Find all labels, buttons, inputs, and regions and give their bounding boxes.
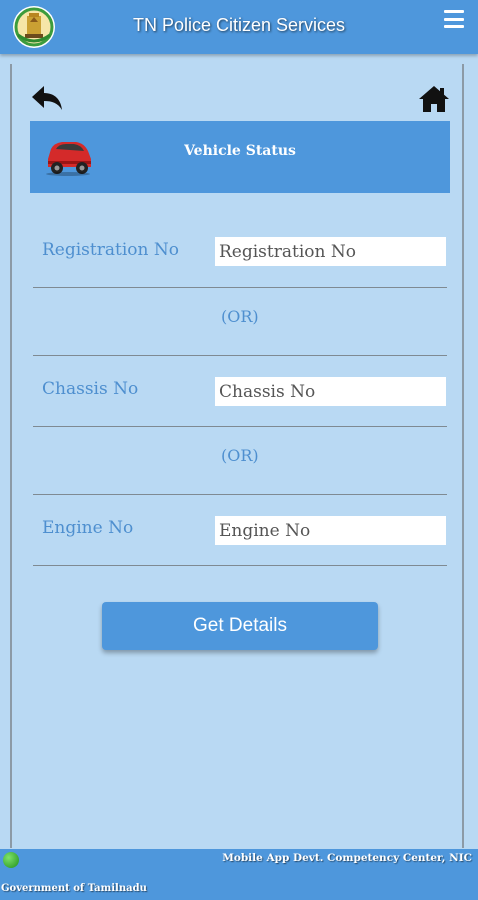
divider bbox=[33, 355, 447, 356]
registration-label: Registration No bbox=[42, 240, 179, 260]
hamburger-menu-icon[interactable] bbox=[444, 10, 464, 28]
or-separator: (OR) bbox=[221, 307, 259, 326]
online-status-dot-icon bbox=[3, 852, 19, 868]
divider bbox=[33, 426, 447, 427]
app-bar: TN Police Citizen Services bbox=[0, 0, 478, 54]
home-icon[interactable] bbox=[418, 84, 450, 114]
footer-org: Mobile App Devt. Competency Center, NIC bbox=[222, 852, 472, 864]
get-details-button[interactable]: Get Details bbox=[102, 602, 378, 650]
registration-input[interactable] bbox=[215, 237, 446, 266]
app-title: TN Police Citizen Services bbox=[132, 15, 346, 35]
footer: Mobile App Devt. Competency Center, NIC … bbox=[0, 849, 478, 900]
page-title: Vehicle Status bbox=[184, 143, 296, 159]
divider bbox=[33, 565, 447, 566]
engine-input[interactable] bbox=[215, 516, 446, 545]
back-arrow-icon[interactable] bbox=[30, 84, 64, 112]
footer-gov: Government of Tamilnadu bbox=[1, 883, 147, 894]
chassis-label: Chassis No bbox=[42, 379, 139, 399]
or-separator: (OR) bbox=[221, 446, 259, 465]
vehicle-status-banner: Vehicle Status bbox=[30, 121, 450, 193]
divider bbox=[33, 494, 447, 495]
divider bbox=[33, 287, 447, 288]
chassis-input[interactable] bbox=[215, 377, 446, 406]
engine-label: Engine No bbox=[42, 518, 134, 538]
